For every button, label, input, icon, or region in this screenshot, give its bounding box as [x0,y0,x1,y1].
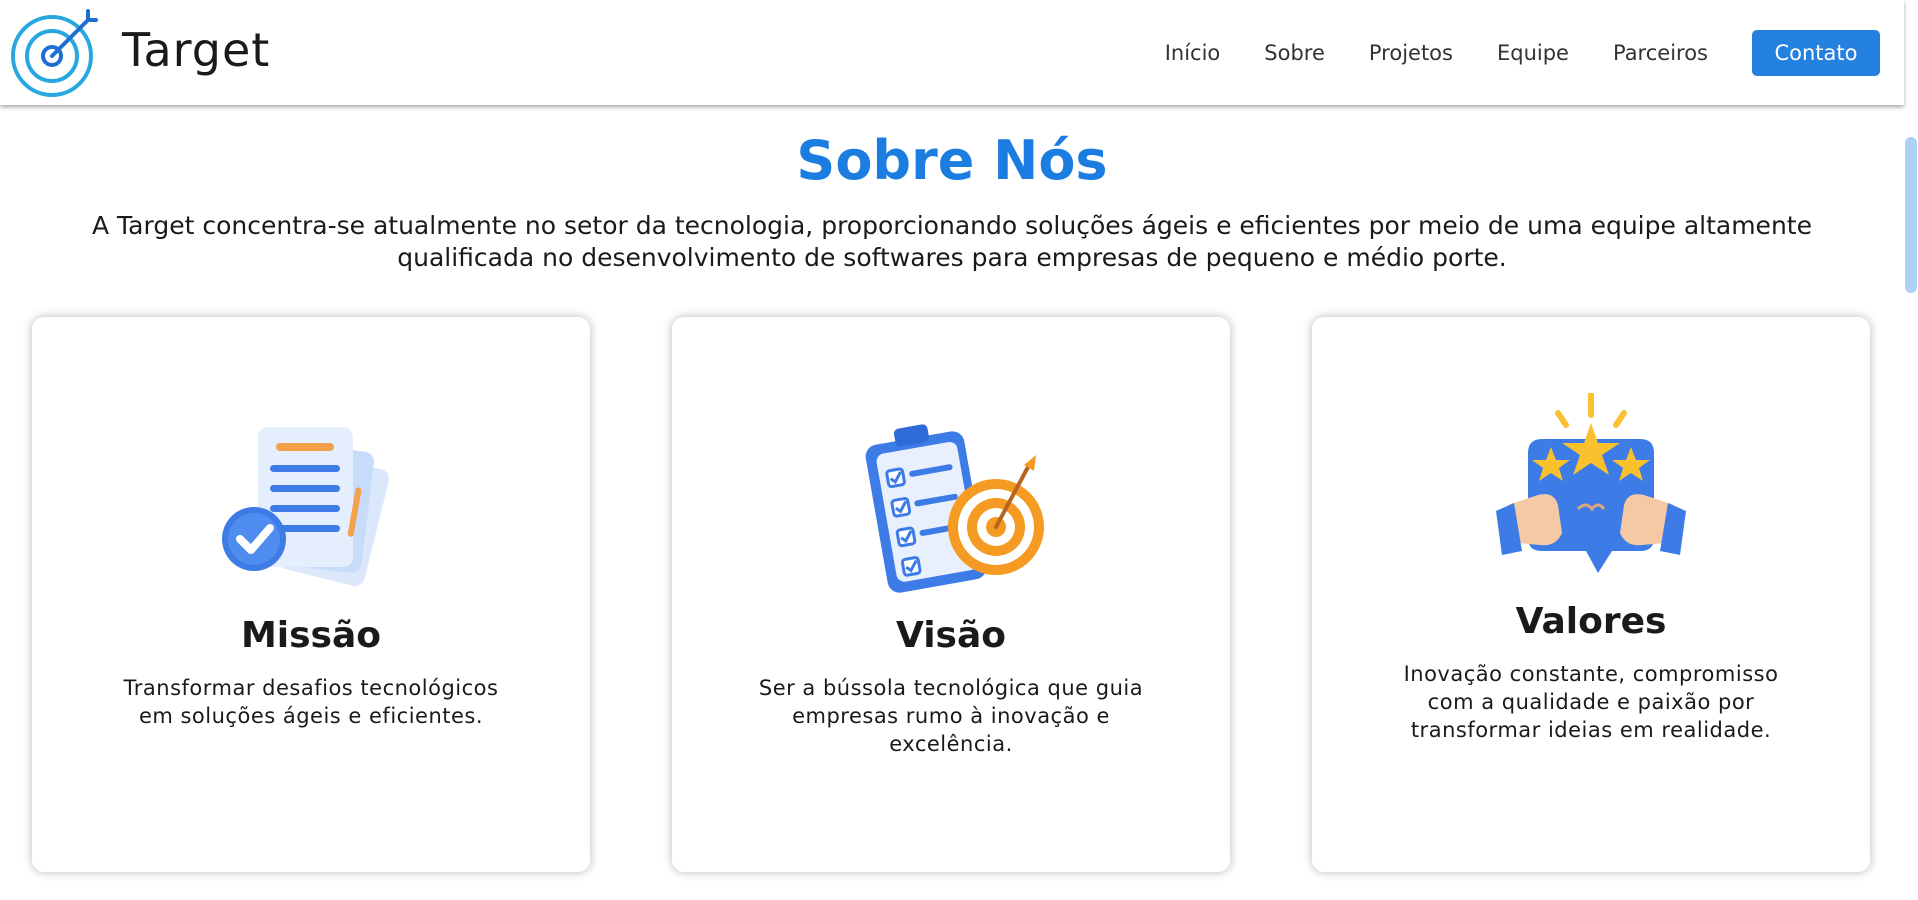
nav-projetos[interactable]: Projetos [1369,41,1453,65]
scrollbar-thumb[interactable] [1905,137,1917,293]
contact-button[interactable]: Contato [1752,29,1880,76]
thumbs-up-stars-icon [1496,393,1686,573]
target-logo-icon[interactable] [8,6,100,98]
card-valores: Valores Inovação constante, compromisso … [1312,317,1870,872]
card-title: Missão [240,615,382,656]
card-missao: Missão Transformar desafios tecnológicos… [32,317,590,872]
card-text: Transformar desafios tecnológicos em sol… [123,676,499,728]
section-description: A Target concentra-se atualmente no seto… [92,211,1812,272]
nav-parceiros[interactable]: Parceiros [1613,41,1708,65]
documents-check-icon [222,427,390,586]
card-title: Visão [895,615,1007,656]
brand-name[interactable]: Target [122,22,270,78]
card-visao: Visão Ser a bússola tecnológica que guia… [672,317,1230,872]
main-nav: Início Sobre Projetos Equipe Parceiros C… [1165,0,1880,105]
nav-sobre[interactable]: Sobre [1264,41,1325,65]
card-text: Ser a bússola tecnológica que guia empre… [758,676,1144,756]
section-title: Sobre Nós [796,129,1108,192]
card-text: Inovação constante, compromisso com a qu… [1403,662,1779,742]
nav-equipe[interactable]: Equipe [1497,41,1569,65]
card-title: Valores [1515,601,1667,642]
nav-inicio[interactable]: Início [1165,41,1221,65]
site-header: Target Início Sobre Projetos Equipe Parc… [0,0,1904,105]
checklist-target-icon [865,424,1044,593]
